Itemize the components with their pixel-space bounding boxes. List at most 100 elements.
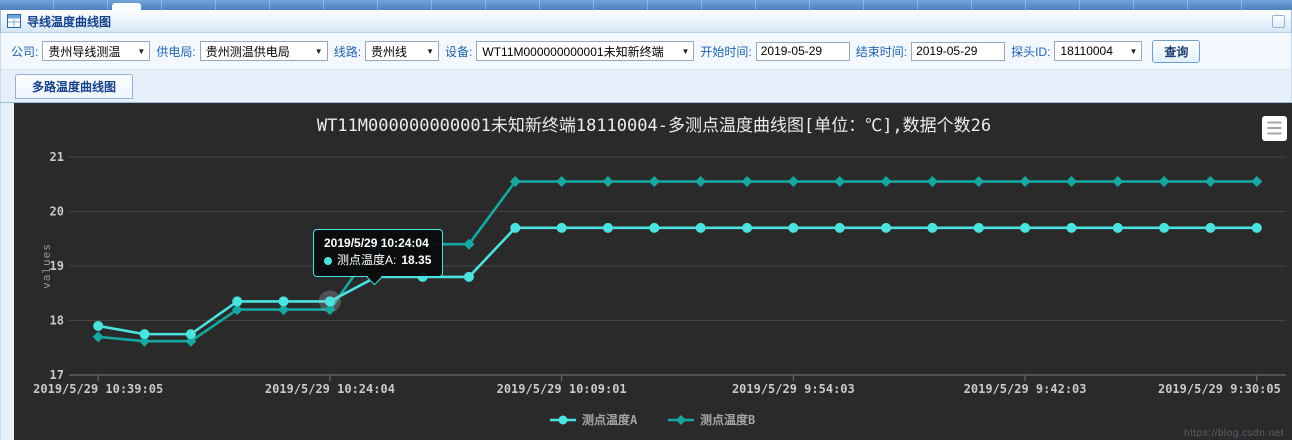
- chart-area: 1718192021values2019/5/29 10:39:052019/5…: [14, 103, 1292, 440]
- watermark: https://blog.csdn.net: [1184, 428, 1284, 439]
- data-point[interactable]: [649, 176, 660, 187]
- series-dot-icon: [324, 257, 332, 265]
- data-point[interactable]: [186, 329, 196, 339]
- data-point[interactable]: [93, 321, 103, 331]
- data-point[interactable]: [510, 223, 520, 233]
- tooltip-series-label: 测点温度A:: [337, 252, 396, 269]
- data-point[interactable]: [927, 223, 937, 233]
- filter-toolbar: 公司: 贵州导线测温 ▼ 供电局: 贵州测温供电局 ▼ 线路: 贵州线 ▼ 设备…: [0, 33, 1292, 70]
- data-point[interactable]: [556, 176, 567, 187]
- end-date-input[interactable]: [911, 42, 1005, 61]
- probe-select[interactable]: 18110004 ▼: [1054, 41, 1142, 61]
- panel-toggle-icon[interactable]: [1272, 15, 1285, 28]
- y-axis-name: values: [40, 243, 53, 289]
- data-point[interactable]: [279, 296, 289, 306]
- data-point[interactable]: [834, 176, 845, 187]
- data-point[interactable]: [927, 176, 938, 187]
- data-point[interactable]: [973, 176, 984, 187]
- device-select[interactable]: WT11M000000000001未知新终端 ▼: [476, 41, 694, 61]
- legend-item-测点温度B[interactable]: 测点温度B: [668, 412, 755, 427]
- start-time-label: 开始时间:: [700, 43, 751, 60]
- query-button[interactable]: 查询: [1152, 40, 1200, 63]
- line-label: 线路:: [334, 43, 361, 60]
- bureau-select[interactable]: 贵州测温供电局 ▼: [200, 41, 328, 61]
- y-axis-tick-label: 17: [50, 368, 64, 382]
- legend-marker[interactable]: [559, 416, 568, 425]
- chevron-down-icon: ▼: [1129, 47, 1137, 56]
- legend-label: 测点温度A: [582, 412, 638, 427]
- x-axis-tick-label: 2019/5/29 10:39:05: [33, 382, 163, 396]
- legend-item-测点温度A[interactable]: 测点温度A: [550, 412, 638, 427]
- data-point[interactable]: [1252, 223, 1262, 233]
- company-select[interactable]: 贵州导线测温 ▼: [42, 41, 150, 61]
- line-select[interactable]: 贵州线 ▼: [365, 41, 439, 61]
- chevron-down-icon: ▼: [315, 47, 323, 56]
- tab-multi-temperature-curve[interactable]: 多路温度曲线图: [15, 74, 133, 99]
- x-axis-tick-label: 2019/5/29 9:30:05: [1158, 382, 1281, 396]
- tooltip-time: 2019/5/29 10:24:04: [324, 235, 431, 252]
- series-points-测点温度A: [93, 223, 1262, 339]
- tooltip-row: 测点温度A: 18.35: [324, 252, 431, 269]
- data-point[interactable]: [788, 223, 798, 233]
- x-axis-tick-label: 2019/5/29 9:54:03: [732, 382, 855, 396]
- data-point[interactable]: [325, 296, 335, 306]
- bureau-label: 供电局:: [156, 43, 195, 60]
- data-point[interactable]: [557, 223, 567, 233]
- series-line-测点温度A: [98, 228, 1257, 334]
- data-point[interactable]: [602, 176, 613, 187]
- chart-toolbox-icon[interactable]: [1262, 116, 1287, 141]
- data-point[interactable]: [603, 223, 613, 233]
- data-point[interactable]: [649, 223, 659, 233]
- data-point[interactable]: [1251, 176, 1262, 187]
- x-axis-tick-label: 2019/5/29 10:09:01: [497, 382, 627, 396]
- data-point[interactable]: [1113, 223, 1123, 233]
- data-point[interactable]: [881, 223, 891, 233]
- chevron-down-icon: ▼: [426, 47, 434, 56]
- data-point[interactable]: [695, 176, 706, 187]
- data-point[interactable]: [788, 176, 799, 187]
- data-point[interactable]: [1159, 176, 1170, 187]
- y-axis-tick-label: 21: [50, 150, 64, 164]
- device-label: 设备:: [445, 43, 472, 60]
- chart-tooltip: 2019/5/29 10:24:04 测点温度A: 18.35: [313, 229, 443, 277]
- data-point[interactable]: [974, 223, 984, 233]
- data-point[interactable]: [93, 331, 104, 342]
- legend-marker[interactable]: [676, 415, 686, 425]
- data-point[interactable]: [1066, 223, 1076, 233]
- data-point[interactable]: [1020, 176, 1031, 187]
- x-axis-tick-label: 2019/5/29 10:24:04: [265, 382, 395, 396]
- probe-id-label: 探头ID:: [1011, 43, 1050, 60]
- data-point[interactable]: [881, 176, 892, 187]
- chart-title: WT11M000000000001未知新终端18110004-多测点温度曲线图[…: [317, 116, 991, 136]
- chevron-down-icon: ▼: [137, 47, 145, 56]
- series-points-测点温度B: [93, 176, 1263, 347]
- temperature-chart: 1718192021values2019/5/29 10:39:052019/5…: [14, 103, 1292, 440]
- data-point[interactable]: [1066, 176, 1077, 187]
- panel-header: 导线温度曲线图: [0, 10, 1292, 33]
- legend-label: 测点温度B: [700, 412, 755, 427]
- data-point[interactable]: [1159, 223, 1169, 233]
- data-point[interactable]: [835, 223, 845, 233]
- data-point[interactable]: [1205, 176, 1216, 187]
- data-point[interactable]: [1112, 176, 1123, 187]
- tooltip-value: 18.35: [401, 252, 431, 269]
- data-point[interactable]: [464, 272, 474, 282]
- chevron-down-icon: ▼: [681, 47, 689, 56]
- data-point[interactable]: [140, 329, 150, 339]
- data-point[interactable]: [742, 176, 753, 187]
- start-date-input[interactable]: [756, 42, 850, 61]
- grid-icon: [7, 14, 21, 28]
- panel-gutter: [0, 103, 14, 440]
- data-point[interactable]: [742, 223, 752, 233]
- data-point[interactable]: [1205, 223, 1215, 233]
- series-line-测点温度B: [98, 182, 1257, 342]
- active-menu-indicator: [112, 3, 141, 10]
- company-label: 公司:: [11, 43, 38, 60]
- tab-strip: 多路温度曲线图: [0, 70, 1292, 103]
- data-point[interactable]: [1020, 223, 1030, 233]
- data-point[interactable]: [232, 296, 242, 306]
- end-time-label: 结束时间:: [856, 43, 907, 60]
- x-axis-tick-label: 2019/5/29 9:42:03: [964, 382, 1087, 396]
- y-axis-tick-label: 18: [50, 314, 64, 328]
- data-point[interactable]: [696, 223, 706, 233]
